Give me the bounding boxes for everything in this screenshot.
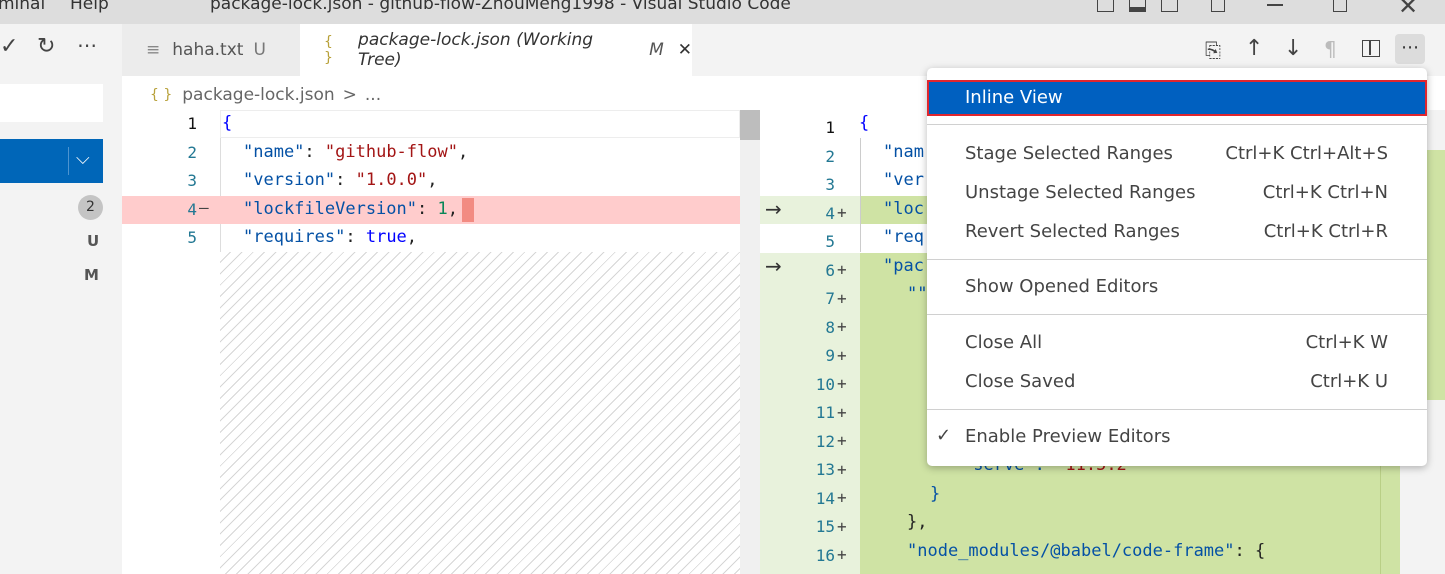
menu-item-stage-selected-ranges[interactable]: Stage Selected Ranges Ctrl+K Ctrl+Alt+S (927, 136, 1427, 172)
customize-layout-icon[interactable] (1211, 0, 1225, 12)
json-icon: { } (324, 34, 333, 66)
code-line: "nam (883, 142, 924, 162)
left-scroll-thumb[interactable] (740, 110, 760, 140)
plus-markers: +++++++++++++ (837, 203, 847, 564)
arrow-up-icon[interactable]: ↑ (1245, 36, 1263, 61)
breadcrumb-separator: > (342, 85, 357, 105)
menu-item-enable-preview-editors[interactable]: ✓ Enable Preview Editors (927, 419, 1427, 455)
menu-help[interactable]: Help (70, 0, 109, 14)
toggle-sidebar-icon[interactable] (1097, 0, 1114, 12)
revert-change-arrow-icon[interactable]: → (765, 254, 782, 278)
code-line: "pac (883, 256, 924, 276)
breadcrumb-rest[interactable]: ... (365, 85, 381, 105)
restore-icon[interactable] (1333, 0, 1347, 12)
changes-count-badge: 2 (78, 195, 103, 220)
code-line: "" (907, 284, 928, 304)
code-line: "version": "1.0.0", (243, 170, 438, 190)
minus-icon: — (199, 198, 209, 217)
code-line: { (859, 113, 870, 133)
more-icon[interactable]: ⋯ (77, 33, 97, 57)
commit-button[interactable]: ⌵ (0, 139, 103, 183)
code-line: } (930, 484, 941, 504)
breadcrumb-file[interactable]: package-lock.json (182, 85, 334, 105)
arrow-down-icon[interactable]: ↓ (1284, 36, 1302, 61)
chevron-down-icon[interactable]: ⌵ (76, 148, 90, 169)
more-actions-icon[interactable]: ⋯ (1395, 34, 1425, 64)
line-number: 4 (187, 200, 197, 219)
json-icon: { } (150, 87, 173, 103)
tab-status: U (253, 40, 266, 60)
pilcrow-icon[interactable]: ¶ (1324, 37, 1337, 61)
open-file-icon[interactable]: ⎘ (1205, 38, 1221, 62)
breadcrumb: { } package-lock.json > ... (150, 80, 381, 110)
tab-status: M (649, 40, 664, 60)
code-line: "name": "github-flow", (243, 142, 469, 162)
indent-guide (860, 138, 861, 252)
tab-package-lock-json[interactable]: { } package-lock.json (Working Tree) M ✕ (300, 24, 692, 76)
menu-item-inline-view[interactable]: Inline View (927, 80, 1427, 116)
deleted-char-highlight (462, 198, 474, 222)
menu-item-unstage-selected-ranges[interactable]: Unstage Selected Ranges Ctrl+K Ctrl+N (927, 175, 1427, 211)
menu-item-revert-selected-ranges[interactable]: Revert Selected Ranges Ctrl+K Ctrl+R (927, 214, 1427, 250)
status-untracked: U (87, 232, 100, 250)
right-line-numbers: 1 2 3 4 5 6 7 8 9 10 11 12 13 14 15 16 (815, 118, 835, 565)
code-line: "lockfileVersion": 1, (243, 199, 458, 219)
toggle-panel-icon[interactable] (1129, 0, 1146, 12)
code-line: "ver (883, 170, 924, 190)
line-number: 2 (187, 143, 197, 162)
code-line: "node_modules/@babel/code-frame": { (907, 541, 1266, 561)
code-line: "req (883, 227, 924, 247)
menu-item-show-opened-editors[interactable]: Show Opened Editors (927, 269, 1427, 305)
line-number: 3 (187, 171, 197, 190)
close-icon[interactable]: ✕ (678, 40, 692, 60)
code-line: { (222, 113, 233, 133)
menu-item-close-all[interactable]: Close All Ctrl+K W (927, 325, 1427, 361)
title-bar: minal Help package-lock.json - github-fl… (0, 0, 1445, 24)
menu-item-close-saved[interactable]: Close Saved Ctrl+K U (927, 364, 1427, 400)
tab-label: package-lock.json (Working Tree) (358, 30, 594, 70)
commit-message-input[interactable] (0, 84, 103, 122)
check-icon: ✓ (936, 425, 952, 446)
toggle-secondary-sidebar-icon[interactable] (1161, 0, 1178, 12)
tab-haha-txt[interactable]: ≡ haha.txt U (122, 24, 300, 76)
window-title: package-lock.json - github-flow-ZhouMeng… (210, 0, 791, 14)
check-icon[interactable]: ✓ (0, 34, 18, 59)
diff-empty-region (220, 252, 740, 574)
tab-label: haha.txt (172, 40, 244, 60)
close-window-icon[interactable]: ✕ (1398, 0, 1418, 20)
revert-change-arrow-icon[interactable]: → (765, 197, 782, 221)
line-number: 1 (187, 114, 197, 133)
code-line: }, (907, 512, 928, 532)
code-line: "loc (883, 199, 924, 219)
indent-guide (220, 138, 221, 252)
code-line: "requires": true, (243, 227, 418, 247)
current-line-highlight (220, 110, 740, 138)
editor-more-actions-menu: Inline View Stage Selected Ranges Ctrl+K… (927, 68, 1427, 466)
menu-terminal[interactable]: minal (0, 0, 45, 14)
left-editor-scrollbar[interactable] (740, 110, 760, 574)
status-modified: M (84, 266, 99, 284)
text-file-icon: ≡ (146, 40, 161, 60)
split-editor-icon[interactable] (1362, 40, 1380, 57)
minimize-icon[interactable] (1267, 4, 1283, 6)
line-number: 5 (187, 228, 197, 247)
refresh-icon[interactable]: ↻ (37, 34, 55, 59)
